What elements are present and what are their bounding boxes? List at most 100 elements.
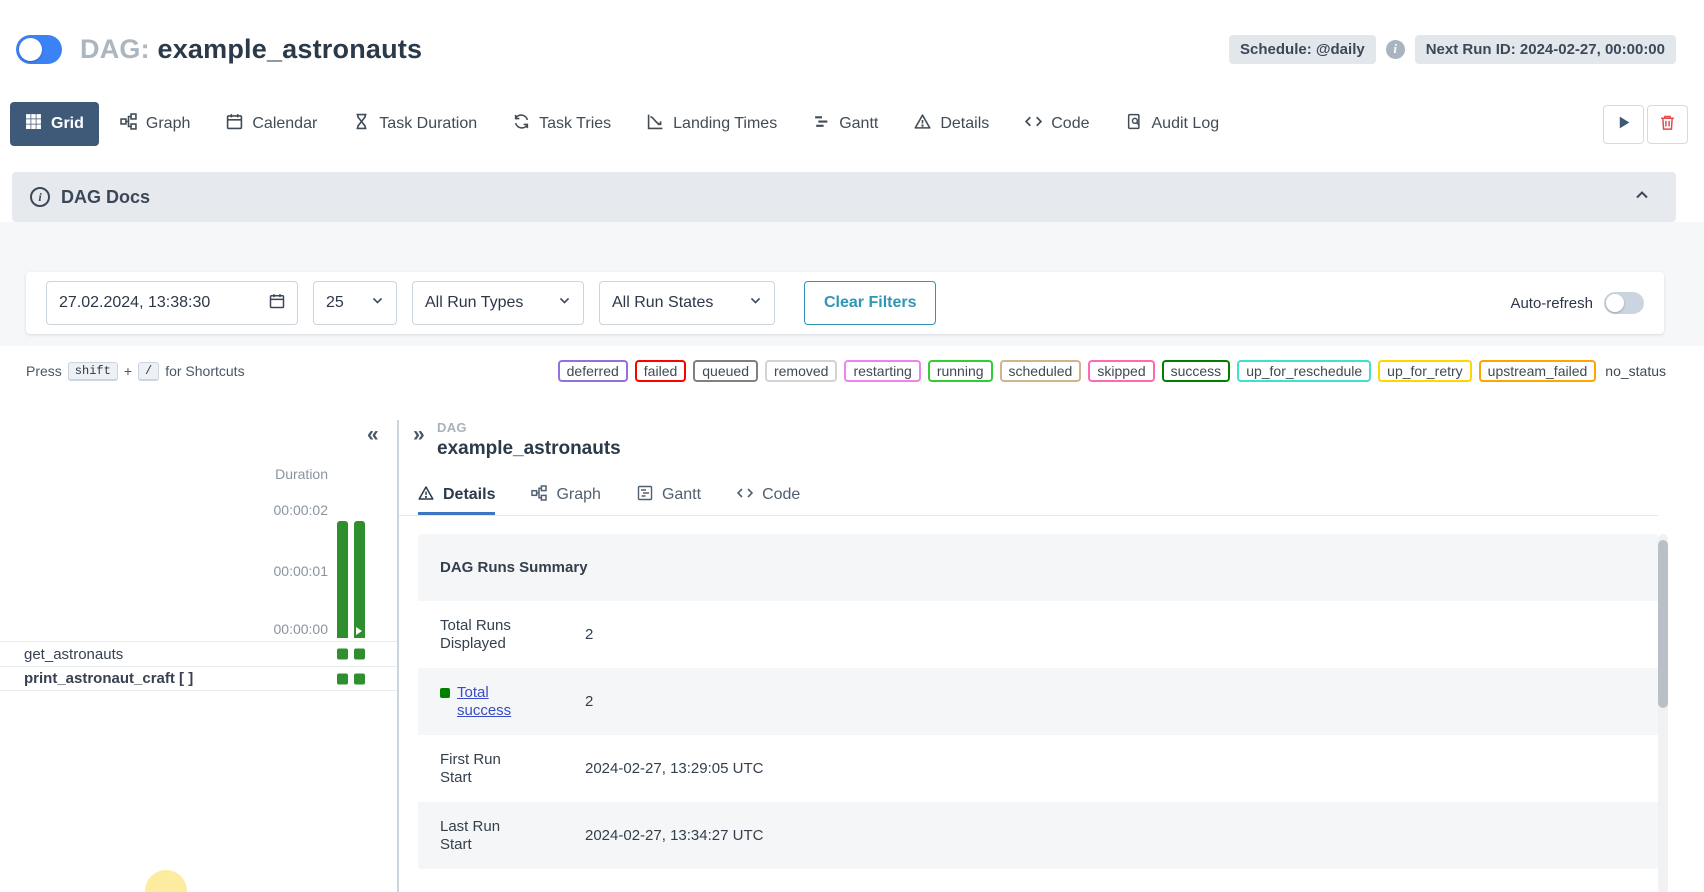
toggle-knob bbox=[1606, 294, 1624, 312]
row-label: Total success bbox=[418, 672, 585, 732]
collapse-panel-button[interactable]: « bbox=[367, 424, 379, 445]
nav-tab-gantt[interactable]: Gantt bbox=[798, 102, 893, 146]
run-states-value: All Run States bbox=[612, 294, 713, 312]
grid-icon bbox=[25, 113, 42, 135]
nav-tab-label: Code bbox=[1051, 115, 1089, 133]
row-value: 2 bbox=[585, 626, 593, 643]
task-instance-square[interactable] bbox=[354, 673, 365, 684]
nav-tab-code[interactable]: Code bbox=[1010, 102, 1104, 146]
axis-tick: 00:00:02 bbox=[274, 502, 329, 518]
nav-tab-label: Calendar bbox=[252, 115, 317, 133]
dag-title-name: example_astronauts bbox=[158, 34, 423, 64]
dag-run-bar[interactable] bbox=[354, 521, 365, 638]
nav-tab-label: Grid bbox=[51, 115, 84, 133]
warning-triangle-icon bbox=[914, 113, 931, 135]
next-run-badge: Next Run ID: 2024-02-27, 00:00:00 bbox=[1415, 35, 1676, 64]
nav-tab-audit-log[interactable]: Audit Log bbox=[1111, 102, 1235, 146]
total-success-link[interactable]: Total success bbox=[457, 684, 529, 720]
table-row: Total Runs Displayed 2 bbox=[418, 601, 1658, 668]
row-label: Total Runs Displayed bbox=[418, 605, 585, 665]
graph-icon bbox=[120, 113, 137, 135]
calendar-icon[interactable] bbox=[269, 293, 285, 314]
table-header-label: DAG Runs Summary bbox=[418, 547, 678, 589]
trigger-dag-button[interactable] bbox=[1603, 105, 1644, 144]
dag-title-prefix: DAG: bbox=[80, 34, 150, 64]
detail-tab-label: Gantt bbox=[662, 486, 701, 504]
nav-tab-label: Task Duration bbox=[379, 115, 477, 133]
task-row[interactable]: print_astronaut_craft [ ] bbox=[0, 666, 397, 691]
dag-run-bar[interactable] bbox=[337, 521, 348, 638]
task-instance-square[interactable] bbox=[337, 649, 348, 660]
scrollbar-track[interactable] bbox=[1658, 534, 1668, 892]
base-date-value: 27.02.2024, 13:38:30 bbox=[59, 294, 210, 312]
nav-tab-calendar[interactable]: Calendar bbox=[211, 102, 332, 146]
detail-panel: » DAG example_astronauts Details Graph G… bbox=[399, 420, 1704, 892]
chevron-up-icon[interactable] bbox=[1634, 187, 1650, 208]
detail-tab-code[interactable]: Code bbox=[737, 478, 800, 515]
status-badge-removed[interactable]: removed bbox=[765, 360, 837, 382]
dag-docs-left: i DAG Docs bbox=[30, 187, 150, 208]
nav-tab-label: Gantt bbox=[839, 115, 878, 133]
scrollbar-thumb[interactable] bbox=[1658, 540, 1668, 708]
task-name: get_astronauts bbox=[24, 646, 123, 663]
status-badge-restarting[interactable]: restarting bbox=[844, 360, 920, 382]
run-types-select[interactable]: All Run Types bbox=[412, 281, 584, 325]
row-label: Last Run Start bbox=[418, 806, 585, 866]
schedule-badge[interactable]: Schedule: @daily bbox=[1229, 35, 1376, 64]
shortcuts-hint: Press shift + / for Shortcuts bbox=[26, 362, 245, 381]
detail-tab-graph[interactable]: Graph bbox=[531, 478, 600, 515]
status-badge-deferred[interactable]: deferred bbox=[558, 360, 628, 382]
header-right: Schedule: @daily i Next Run ID: 2024-02-… bbox=[1229, 35, 1676, 64]
clear-filters-button[interactable]: Clear Filters bbox=[804, 281, 936, 325]
nav-tab-landing-times[interactable]: Landing Times bbox=[632, 102, 792, 146]
warning-triangle-icon bbox=[418, 485, 434, 506]
task-instance-squares bbox=[337, 673, 365, 684]
base-date-input[interactable]: 27.02.2024, 13:38:30 bbox=[46, 281, 298, 325]
auto-refresh-toggle[interactable] bbox=[1604, 292, 1644, 314]
task-instance-squares bbox=[337, 649, 365, 660]
airflow-dag-page: DAG: example_astronauts Schedule: @daily… bbox=[0, 0, 1704, 892]
header: DAG: example_astronauts Schedule: @daily… bbox=[0, 0, 1704, 98]
detail-tab-details[interactable]: Details bbox=[418, 478, 495, 515]
dag-docs-label: DAG Docs bbox=[61, 187, 150, 208]
expand-panel-button[interactable]: » bbox=[413, 424, 425, 445]
task-list: get_astronauts print_astronaut_craft [ ] bbox=[0, 641, 397, 691]
hourglass-icon bbox=[353, 113, 370, 135]
status-badge-success[interactable]: success bbox=[1162, 360, 1231, 382]
dag-docs-accordion[interactable]: i DAG Docs bbox=[12, 172, 1676, 222]
graph-icon bbox=[531, 485, 547, 506]
filter-section: 27.02.2024, 13:38:30 25 All Run Types Al… bbox=[0, 222, 1704, 346]
status-badge-running[interactable]: running bbox=[928, 360, 993, 382]
status-badge-queued[interactable]: queued bbox=[693, 360, 758, 382]
table-header-row: DAG Runs Summary bbox=[418, 534, 1658, 601]
shortcuts-text: for Shortcuts bbox=[165, 363, 244, 379]
task-row[interactable]: get_astronauts bbox=[0, 641, 397, 666]
status-badge-upstream-failed[interactable]: upstream_failed bbox=[1479, 360, 1597, 382]
run-states-select[interactable]: All Run States bbox=[599, 281, 775, 325]
status-badge-up-for-reschedule[interactable]: up_for_reschedule bbox=[1237, 360, 1371, 382]
detail-title: example_astronauts bbox=[437, 438, 621, 460]
detail-tabs: Details Graph Gantt Code bbox=[399, 478, 1658, 516]
dag-actions bbox=[1603, 105, 1688, 144]
nav-tab-label: Landing Times bbox=[673, 115, 777, 133]
nav-tab-details[interactable]: Details bbox=[899, 102, 1004, 146]
task-instance-square[interactable] bbox=[354, 649, 365, 660]
task-instance-square[interactable] bbox=[337, 673, 348, 684]
row-label: First Run Start bbox=[418, 739, 585, 799]
nav-tab-graph[interactable]: Graph bbox=[105, 102, 205, 146]
nav-tab-task-duration[interactable]: Task Duration bbox=[338, 102, 492, 146]
schedule-info-icon[interactable]: i bbox=[1386, 40, 1405, 59]
status-badge-skipped[interactable]: skipped bbox=[1088, 360, 1154, 382]
page-size-select[interactable]: 25 bbox=[313, 281, 397, 325]
shift-key: shift bbox=[68, 362, 118, 381]
chevron-down-icon bbox=[548, 294, 571, 312]
dag-pause-toggle[interactable] bbox=[16, 35, 62, 64]
legend-row: Press shift + / for Shortcuts deferred f… bbox=[0, 359, 1704, 383]
status-badge-failed[interactable]: failed bbox=[635, 360, 686, 382]
nav-tab-grid[interactable]: Grid bbox=[10, 102, 99, 146]
delete-dag-button[interactable] bbox=[1647, 105, 1688, 144]
status-badge-scheduled[interactable]: scheduled bbox=[1000, 360, 1082, 382]
detail-tab-gantt[interactable]: Gantt bbox=[637, 478, 701, 515]
status-badge-up-for-retry[interactable]: up_for_retry bbox=[1378, 360, 1471, 382]
nav-tab-task-tries[interactable]: Task Tries bbox=[498, 102, 626, 146]
